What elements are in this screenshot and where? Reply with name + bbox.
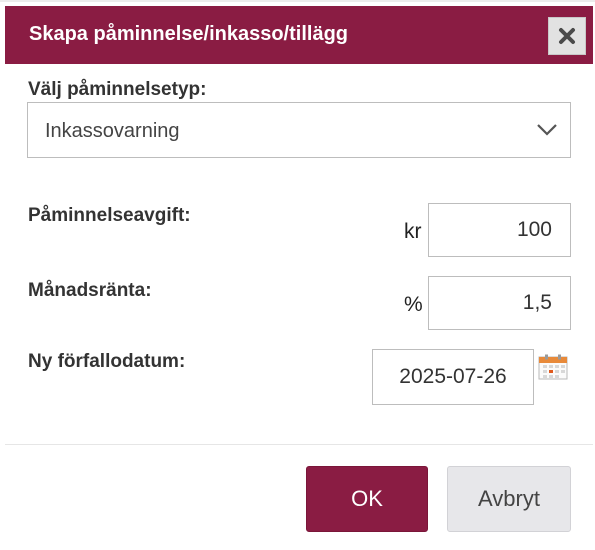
fee-label: Påminnelseavgift: xyxy=(28,205,191,226)
cancel-button[interactable]: Avbryt xyxy=(447,466,571,532)
fee-input[interactable]: 100 xyxy=(428,203,571,257)
reminder-type-select[interactable]: Inkassovarning xyxy=(27,102,571,158)
due-date-label: Ny förfallodatum: xyxy=(28,351,186,372)
reminder-type-selected-value: Inkassovarning xyxy=(45,120,180,142)
chevron-down-icon xyxy=(537,124,557,136)
reminder-dialog: Skapa påminnelse/inkasso/tillägg Välj på… xyxy=(0,0,595,550)
interest-input[interactable]: 1,5 xyxy=(428,276,571,330)
footer-divider xyxy=(5,444,593,445)
due-date-input[interactable]: 2025-07-26 xyxy=(372,349,534,405)
ok-button[interactable]: OK xyxy=(306,466,428,532)
interest-unit: % xyxy=(404,293,423,316)
interest-label: Månadsränta: xyxy=(28,280,152,301)
top-border xyxy=(0,0,595,2)
calendar-icon[interactable] xyxy=(538,354,568,380)
fee-unit: kr xyxy=(404,220,422,243)
reminder-type-label: Välj påminnelsetyp: xyxy=(28,79,207,100)
close-button[interactable] xyxy=(548,17,586,55)
close-x-icon xyxy=(559,28,575,44)
dialog-title: Skapa påminnelse/inkasso/tillägg xyxy=(29,23,349,45)
dialog-title-bar: Skapa påminnelse/inkasso/tillägg xyxy=(5,6,593,64)
